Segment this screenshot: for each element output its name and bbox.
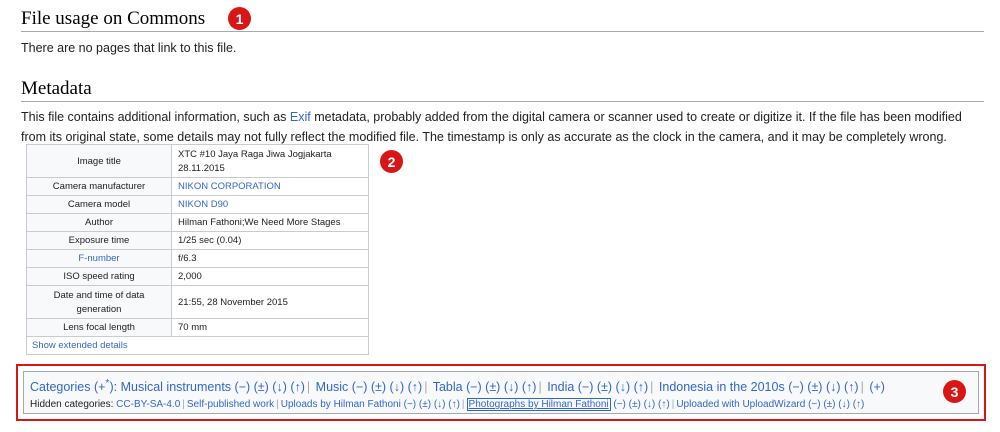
categories-label-link[interactable]: Categories — [30, 380, 90, 394]
table-row: Image title XTC #10 Jaya Raga Jiwa Jogja… — [26, 144, 369, 178]
category-link-india[interactable]: India — [547, 380, 574, 394]
image-title-line1: XTC #10 Jaya Raga Jiwa Jogjakarta — [178, 148, 332, 160]
meta-value: 70 mm — [171, 318, 369, 337]
separator: | — [424, 380, 428, 395]
meta-key: Lens focal length — [26, 318, 172, 337]
hidden-category-self-published[interactable]: Self-published work — [187, 399, 274, 410]
camera-model-link[interactable]: NIKON D90 — [178, 199, 228, 210]
separator: | — [276, 399, 279, 411]
meta-value: XTC #10 Jaya Raga Jiwa Jogjakarta 28.11.… — [171, 144, 369, 178]
meta-value: Hilman Fathoni;We Need More Stages — [171, 213, 369, 232]
hidden-category-upload-wizard[interactable]: Uploaded with UploadWizard — [676, 399, 805, 410]
separator: | — [306, 380, 311, 395]
meta-key: Camera model — [26, 195, 172, 214]
exif-link[interactable]: Exif — [290, 110, 311, 124]
category-controls[interactable]: (−) (±) (↓) (↑) — [788, 380, 858, 394]
table-row: Exposure time 1/25 sec (0.04) — [26, 231, 369, 250]
meta-value: f/6.3 — [171, 249, 369, 268]
f-number-link[interactable]: F-number — [78, 253, 119, 264]
category-controls[interactable]: (−) (±) (↓) (↑) — [466, 380, 536, 394]
category-controls[interactable]: (−) (±) (↓) (↑) — [613, 399, 669, 410]
meta-value: 1/25 sec (0.04) — [171, 231, 369, 250]
category-controls[interactable]: (−) (±) (↓) (↑) — [808, 399, 864, 410]
date-key-line1: Date and time of data — [53, 289, 145, 301]
file-usage-text: There are no pages that link to this fil… — [21, 41, 237, 55]
category-controls[interactable]: (−) (±) (↓) (↑) — [404, 399, 460, 410]
table-row: Date and time of data generation 21:55, … — [26, 285, 369, 319]
categories-panel: Categories (+*): Musical instruments (−)… — [23, 371, 979, 414]
hidden-category-cc-by-sa[interactable]: CC-BY-SA-4.0 — [116, 399, 180, 410]
annotation-marker-3: 3 — [943, 380, 966, 403]
meta-key: Image title — [26, 144, 172, 178]
table-row: Camera manufacturer NIKON CORPORATION — [26, 177, 369, 196]
annotation-marker-1: 1 — [228, 7, 251, 30]
separator: | — [671, 399, 675, 411]
category-item: Music (−) (±) (↓) (↑) — [316, 380, 423, 394]
add-category-plus-button[interactable]: (+) — [869, 380, 885, 394]
separator: | — [461, 399, 465, 411]
table-row: ISO speed rating 2,000 — [26, 267, 369, 286]
table-row: Camera model NIKON D90 — [26, 195, 369, 214]
table-row: Lens focal length 70 mm — [26, 318, 369, 337]
date-key-line2: generation — [76, 303, 122, 315]
category-controls[interactable]: (−) (±) (↓) (↑) — [578, 380, 648, 394]
metadata-heading: Metadata — [21, 78, 984, 102]
file-usage-section: File usage on Commons There are no pages… — [21, 8, 984, 58]
image-title-line2: 28.11.2015 — [178, 162, 225, 174]
desc-text-1: This file contains additional informatio… — [21, 110, 290, 124]
category-link-music[interactable]: Music — [316, 380, 349, 394]
category-item: Musical instruments (−) (±) (↓) (↑) — [121, 380, 305, 394]
table-row: Author Hilman Fathoni;We Need More Stage… — [26, 213, 369, 232]
category-controls[interactable]: (−) (±) (↓) (↑) — [352, 380, 422, 394]
separator: | — [182, 399, 185, 411]
separator: | — [650, 380, 654, 395]
annotation-marker-2: 2 — [380, 150, 403, 173]
category-item: Tabla (−) (±) (↓) (↑) — [433, 380, 537, 394]
metadata-table: Image title XTC #10 Jaya Raga Jiwa Jogja… — [26, 144, 369, 355]
meta-key: Author — [26, 213, 172, 232]
hidden-category-photographs-by[interactable]: Photographs by Hilman Fathoni — [466, 398, 611, 412]
separator: | — [538, 380, 542, 395]
category-link-tabla[interactable]: Tabla — [433, 380, 463, 394]
categories-line: Categories (+*): Musical instruments (−)… — [30, 375, 972, 396]
category-link-indonesia-2010s[interactable]: Indonesia in the 2010s — [659, 380, 785, 394]
table-row: Show extended details — [26, 336, 369, 355]
hidden-categories-label: Hidden categories: — [30, 399, 114, 411]
hidden-categories-line: Hidden categories: CC-BY-SA-4.0 | Self-pub… — [30, 397, 972, 413]
category-item: Indonesia in the 2010s (−) (±) (↓) (↑) — [659, 380, 859, 394]
metadata-section: Metadata This file contains additional i… — [21, 78, 984, 147]
hidden-category-uploads-by[interactable]: Uploads by Hilman Fathoni — [281, 399, 401, 410]
camera-manufacturer-link[interactable]: NIKON CORPORATION — [178, 181, 281, 192]
meta-key: Exposure time — [26, 231, 172, 250]
file-usage-heading: File usage on Commons — [21, 8, 984, 32]
categories-highlight-box: Categories (+*): Musical instruments (−)… — [16, 364, 986, 421]
category-item: India (−) (±) (↓) (↑) — [547, 380, 648, 394]
add-category-button[interactable]: (+*): — [93, 378, 118, 395]
meta-key: Date and time of data generation — [26, 285, 172, 319]
show-extended-details-link[interactable]: Show extended details — [32, 340, 128, 351]
add-category-open: (+ — [93, 380, 106, 395]
category-controls[interactable]: (−) (±) (↓) (↑) — [235, 380, 305, 394]
table-row: F-number f/6.3 — [26, 249, 369, 268]
meta-value: 2,000 — [171, 267, 369, 286]
separator: | — [860, 380, 864, 395]
metadata-description: This file contains additional informatio… — [21, 107, 984, 147]
meta-value: 21:55, 28 November 2015 — [171, 285, 369, 319]
category-link-musical-instruments[interactable]: Musical instruments — [121, 380, 231, 394]
meta-key: ISO speed rating — [26, 267, 172, 286]
meta-key: Camera manufacturer — [26, 177, 172, 196]
add-category-close: ): — [109, 380, 118, 395]
